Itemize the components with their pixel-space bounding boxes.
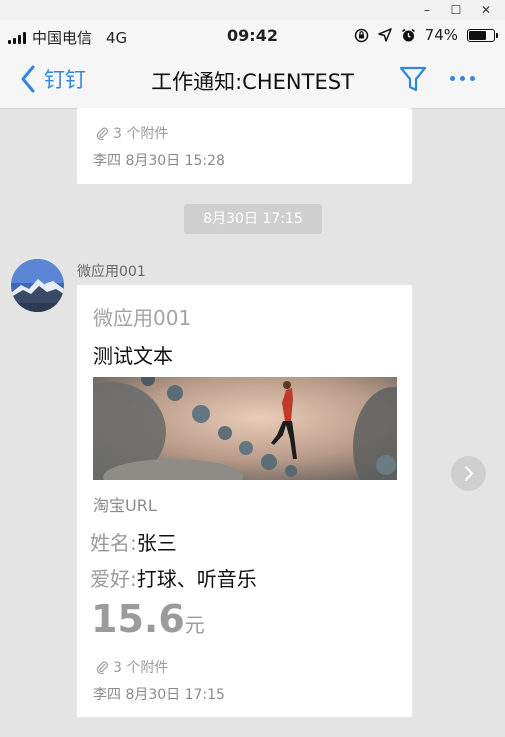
attachments-count: 3 个附件: [113, 660, 169, 676]
filter-icon[interactable]: [399, 65, 427, 93]
work-notification-card[interactable]: 微应用001 测试文本 淘宝URL 姓名:张三 爱好:打球、听音乐 15.6元 …: [76, 284, 413, 718]
time-divider: 8月30日 17:15: [184, 204, 322, 234]
app-name: 微应用001: [93, 306, 192, 330]
attachments-count: 3 个附件: [113, 126, 169, 142]
price: 15.6元: [91, 597, 205, 641]
previous-message-card[interactable]: 3 个附件 李四 8月30日 15:28: [76, 108, 413, 185]
sender-name: 微应用001: [77, 264, 146, 280]
rotation-lock-icon: [354, 28, 368, 42]
avatar[interactable]: [11, 259, 64, 312]
minimize-button[interactable]: –: [417, 1, 437, 19]
paperclip-icon: [96, 661, 108, 674]
page-title: 工作通知:CHENTEST: [151, 70, 354, 94]
message-meta: 李四 8月30日 17:15: [93, 687, 225, 703]
location-icon: [377, 28, 392, 42]
name-key: 姓名:: [90, 531, 137, 555]
open-detail-button[interactable]: [451, 456, 486, 491]
price-value: 15.6: [91, 597, 185, 641]
paperclip-icon: [96, 127, 108, 140]
status-bar: 中国电信 4G 09:42 74%: [0, 20, 505, 52]
attachments-link[interactable]: 3 个附件: [95, 657, 168, 677]
hobby-value: 打球、听音乐: [136, 567, 257, 591]
battery-percent: 74%: [424, 26, 458, 44]
message-meta: 李四 8月30日 15:28: [93, 153, 225, 169]
attachments-link[interactable]: 3 个附件: [95, 123, 168, 143]
message-title: 测试文本: [93, 344, 173, 368]
window-title-bar: – ☐ ✕: [0, 0, 505, 21]
nav-bar: 钉钉 工作通知:CHENTEST: [0, 52, 505, 109]
battery-icon: [467, 28, 498, 42]
mountain-avatar-image: [11, 259, 64, 312]
name-value: 张三: [136, 531, 177, 555]
close-window-button[interactable]: ✕: [476, 1, 496, 19]
hobby-field: 爱好:打球、听音乐: [90, 563, 257, 592]
hobby-key: 爱好:: [90, 567, 137, 591]
url-label[interactable]: 淘宝URL: [93, 492, 157, 516]
more-options-icon[interactable]: [450, 76, 475, 81]
maximize-button[interactable]: ☐: [446, 1, 466, 19]
price-unit: 元: [184, 613, 205, 637]
name-field: 姓名:张三: [90, 527, 177, 556]
surreal-stepping-stones-image: [93, 377, 397, 480]
chevron-right-icon: [465, 466, 473, 481]
alarm-icon: [401, 28, 415, 41]
banner-image[interactable]: [93, 377, 397, 480]
